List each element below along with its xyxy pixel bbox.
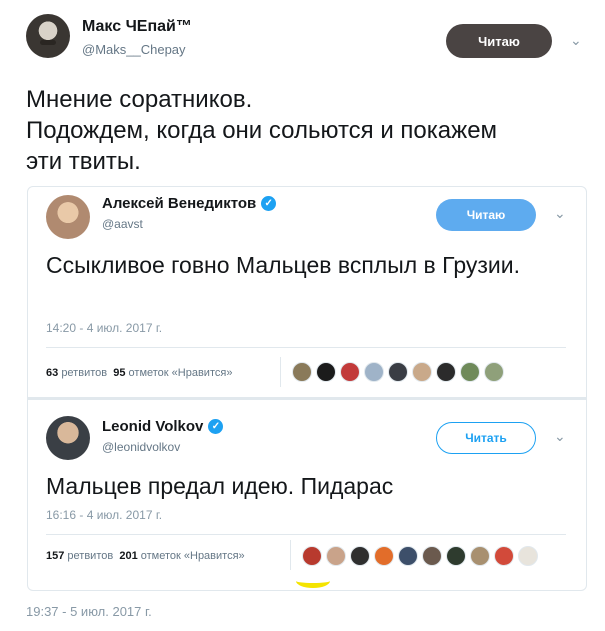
liker-avatar[interactable] [316, 362, 336, 382]
divider [28, 397, 586, 400]
liker-avatar[interactable] [340, 362, 360, 382]
tweet-text-line: Подождем, когда они сольются и покажем [26, 117, 498, 144]
liker-avatar[interactable] [398, 546, 418, 566]
divider [280, 357, 281, 387]
tweet-timestamp[interactable]: 19:37 - 5 июл. 2017 г. [26, 604, 152, 619]
follow-button[interactable]: Читать [436, 422, 536, 454]
tweet-header: Макс ЧЕпай™ @Maks__Chepay Читаю ⌄ [26, 12, 586, 72]
likes-label: отметок «Нравится» [128, 367, 233, 379]
embedded-screenshot: Алексей Венедиктов ✓ @aavst Читаю ⌄ Ссык… [27, 186, 587, 591]
timestamp[interactable]: 14:20 - 4 июл. 2017 г. [46, 321, 162, 335]
retweets-label: ретвитов [61, 367, 108, 379]
chevron-down-icon[interactable]: ⌄ [570, 32, 582, 49]
liker-avatar[interactable] [326, 546, 346, 566]
likes-count[interactable]: 95 [113, 367, 125, 379]
tweet-text: Мнение соратников. Подождем, когда они с… [26, 84, 586, 177]
author-name-text: Алексей Венедиктов [102, 195, 257, 212]
chevron-down-icon[interactable]: ⌄ [554, 205, 566, 222]
liker-avatars [302, 546, 538, 566]
liker-avatar[interactable] [350, 546, 370, 566]
verified-check-icon: ✓ [208, 419, 224, 434]
chevron-down-icon[interactable]: ⌄ [554, 428, 566, 445]
likes-count[interactable]: 201 [119, 550, 137, 562]
author-name[interactable]: Макс ЧЕпай™ [82, 18, 192, 36]
follow-button[interactable]: Читаю [436, 199, 536, 231]
liker-avatar[interactable] [436, 362, 456, 382]
quoted-text: Мальцев предал идею. Пидарас [46, 473, 394, 499]
follow-button[interactable]: Читаю [446, 24, 552, 58]
liker-avatar[interactable] [422, 546, 442, 566]
retweets-count[interactable]: 63 [46, 367, 58, 379]
liker-avatar[interactable] [412, 362, 432, 382]
divider [290, 540, 291, 570]
likes-label: отметок «Нравится» [140, 550, 245, 562]
liker-avatar[interactable] [388, 362, 408, 382]
liker-avatar[interactable] [518, 546, 538, 566]
engagement-stats: 157 ретвитов 201 отметок «Нравится» [46, 550, 245, 562]
engagement-stats: 63 ретвитов 95 отметок «Нравится» [46, 367, 232, 379]
liker-avatar[interactable] [292, 362, 312, 382]
author-name[interactable]: Алексей Венедиктов ✓ [102, 195, 277, 212]
author-handle[interactable]: @aavst [102, 217, 143, 231]
liker-avatar[interactable] [302, 546, 322, 566]
quoted-text: Ссыкливое говно Мальцев всплыл в Грузии. [46, 252, 520, 278]
highlight-mark [296, 574, 330, 588]
author-name-text: Leonid Volkov [102, 418, 204, 435]
liker-avatar[interactable] [364, 362, 384, 382]
timestamp[interactable]: 16:16 - 4 июл. 2017 г. [46, 508, 162, 522]
retweets-count[interactable]: 157 [46, 550, 64, 562]
liker-avatar[interactable] [470, 546, 490, 566]
avatar[interactable] [46, 195, 90, 239]
tweet-text-line: эти твиты. [26, 148, 141, 175]
liker-avatar[interactable] [484, 362, 504, 382]
divider [46, 534, 566, 535]
liker-avatar[interactable] [374, 546, 394, 566]
avatar[interactable] [26, 14, 70, 58]
author-handle[interactable]: @leonidvolkov [102, 440, 180, 454]
liker-avatar[interactable] [460, 362, 480, 382]
author-handle[interactable]: @Maks__Chepay [82, 42, 186, 57]
verified-check-icon: ✓ [261, 196, 277, 211]
divider [46, 347, 566, 348]
liker-avatar[interactable] [494, 546, 514, 566]
liker-avatars [292, 362, 504, 382]
tweet-text-line: Мнение соратников. [26, 86, 253, 113]
avatar[interactable] [46, 416, 90, 460]
liker-avatar[interactable] [446, 546, 466, 566]
author-name[interactable]: Leonid Volkov ✓ [102, 418, 224, 435]
retweets-label: ретвитов [67, 550, 114, 562]
